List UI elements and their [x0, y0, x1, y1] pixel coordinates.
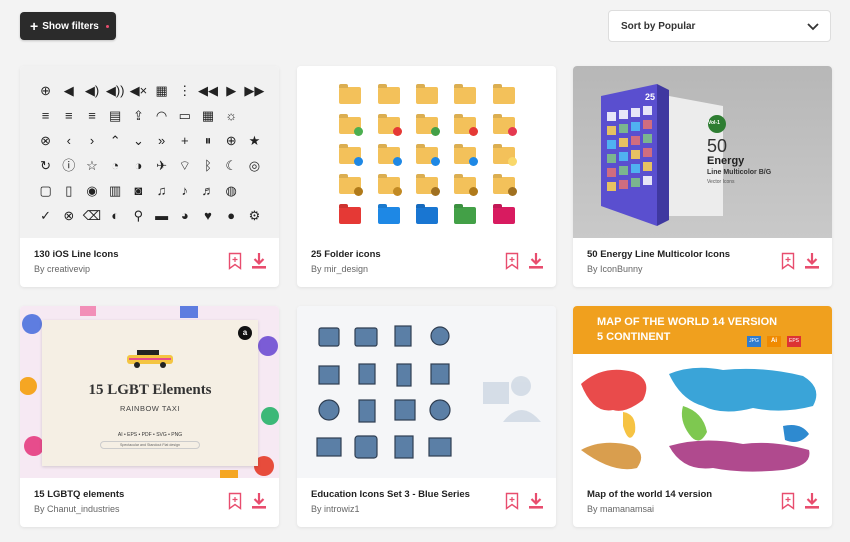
toolbar: + Show filters Sort by Popular [0, 0, 850, 56]
map-banner: MAP OF THE WORLD 14 VERSION 5 CONTINENT … [573, 306, 832, 354]
download-icon[interactable] [528, 492, 544, 510]
download-icon[interactable] [804, 252, 820, 270]
card-title[interactable]: Education Icons Set 3 - Blue Series [311, 489, 470, 500]
show-filters-label: Show filters [42, 20, 99, 32]
card-thumbnail[interactable]: ⊕ ◀ ◀) ◀)) ◀× ▦ ⋮ ◀◀ ▶ ▶▶ ≡ ≡ ≡ ▤ ⇪ ◠ ▭ ▦ ☼ ⊗ ‹ › ⌃ ⌄» + ⏸ ⊕ ★ ↻ ⓘ… [20, 66, 279, 238]
energy-volume-badge: Vol-1 [708, 120, 720, 126]
card-author[interactable]: By Chanut_industries [34, 504, 120, 514]
energy-heading: Energy [707, 155, 745, 167]
card-title[interactable]: 50 Energy Line Multicolor Icons [587, 249, 730, 260]
lgbt-cover-formats: AI • EPS • PDF • SVG • PNG [117, 432, 183, 438]
bookmark-icon[interactable] [505, 492, 519, 510]
lgbt-cover: a 15 LGBT Elements RAINBOW TAXI AI • EPS… [42, 320, 258, 466]
item-card[interactable]: 25 Vol-1 50 Energy Line Multicolor B/G V… [573, 66, 832, 287]
download-icon[interactable] [528, 252, 544, 270]
bookmark-icon[interactable] [781, 252, 795, 270]
download-icon[interactable] [251, 492, 267, 510]
bookmark-icon[interactable] [228, 492, 242, 510]
item-card[interactable]: MAP OF THE WORLD 14 VERSION 5 CONTINENT … [573, 306, 832, 527]
jpg-badge: JPG [747, 336, 761, 347]
card-title[interactable]: 15 LGBTQ elements [34, 489, 124, 500]
author-logo-icon: a [238, 326, 252, 340]
ai-badge: Ai [767, 336, 781, 347]
world-map-preview [581, 367, 817, 472]
education-icons-preview [316, 325, 541, 459]
item-card[interactable]: 25 Folder icons By mir_design [297, 66, 556, 287]
card-thumbnail[interactable]: a 15 LGBT Elements RAINBOW TAXI AI • EPS… [20, 306, 279, 478]
item-card[interactable]: ⊕ ◀ ◀) ◀)) ◀× ▦ ⋮ ◀◀ ▶ ▶▶ ≡ ≡ ≡ ▤ ⇪ ◠ ▭ ▦ ☼ ⊗ ‹ › ⌃ ⌄» + ⏸ ⊕ ★ ↻ ⓘ… [20, 66, 279, 287]
filter-indicator-dot [105, 24, 109, 28]
energy-big-number: 50 [707, 136, 728, 156]
card-thumbnail[interactable] [297, 66, 556, 238]
bookmark-icon[interactable] [228, 252, 242, 270]
energy-subheading: Line Multicolor B/G [707, 169, 772, 176]
item-card[interactable]: Education Icons Set 3 - Blue Series By i… [297, 306, 556, 527]
map-banner-title: MAP OF THE WORLD 14 VERSION [597, 316, 778, 328]
folder-icons-preview [331, 80, 523, 230]
lgbt-cover-title: 15 LGBT Elements [88, 382, 212, 398]
taxi-icon [127, 350, 173, 368]
ios-icons-preview: ⊕ ◀ ◀) ◀)) ◀× ▦ ⋮ ◀◀ ▶ ▶▶ ≡ ≡ ≡ ▤ ⇪ ◠ ▭ ▦ ☼ ⊗ ‹ › ⌃ ⌄» + ⏸ ⊕ ★ ↻ ⓘ… [39, 83, 265, 223]
lgbt-cover-tagline: Spectacular and Standout Flat design [100, 441, 200, 449]
energy-icons-preview [601, 84, 726, 226]
card-thumbnail[interactable]: 25 Vol-1 50 Energy Line Multicolor B/G V… [573, 66, 832, 238]
item-card[interactable]: a 15 LGBT Elements RAINBOW TAXI AI • EPS… [20, 306, 279, 527]
energy-corner-number: 25 [645, 92, 656, 102]
energy-caption: Vector Icons [707, 179, 735, 185]
card-author[interactable]: By introwiz1 [311, 504, 360, 514]
card-title[interactable]: 25 Folder icons [311, 249, 381, 260]
card-title[interactable]: Map of the world 14 version [587, 489, 712, 500]
card-author[interactable]: By IconBunny [587, 264, 643, 274]
chevron-down-icon [807, 23, 819, 31]
download-icon[interactable] [804, 492, 820, 510]
card-author[interactable]: By mir_design [311, 264, 368, 274]
bookmark-icon[interactable] [505, 252, 519, 270]
sort-dropdown[interactable]: Sort by Popular [608, 10, 831, 42]
card-author[interactable]: By creativevip [34, 264, 90, 274]
show-filters-button[interactable]: + Show filters [20, 12, 116, 40]
card-title[interactable]: 130 iOS Line Icons [34, 249, 118, 260]
card-thumbnail[interactable]: MAP OF THE WORLD 14 VERSION 5 CONTINENT … [573, 306, 832, 478]
download-icon[interactable] [251, 252, 267, 270]
eps-badge: EPS [787, 336, 801, 347]
bookmark-icon[interactable] [781, 492, 795, 510]
card-author[interactable]: By mamanamsai [587, 504, 654, 514]
lgbt-cover-subtitle: RAINBOW TAXI [120, 404, 180, 413]
sort-label: Sort by Popular [621, 20, 696, 32]
card-thumbnail[interactable] [297, 306, 556, 478]
plus-icon: + [30, 18, 39, 34]
map-banner-subtitle: 5 CONTINENT [597, 331, 671, 343]
